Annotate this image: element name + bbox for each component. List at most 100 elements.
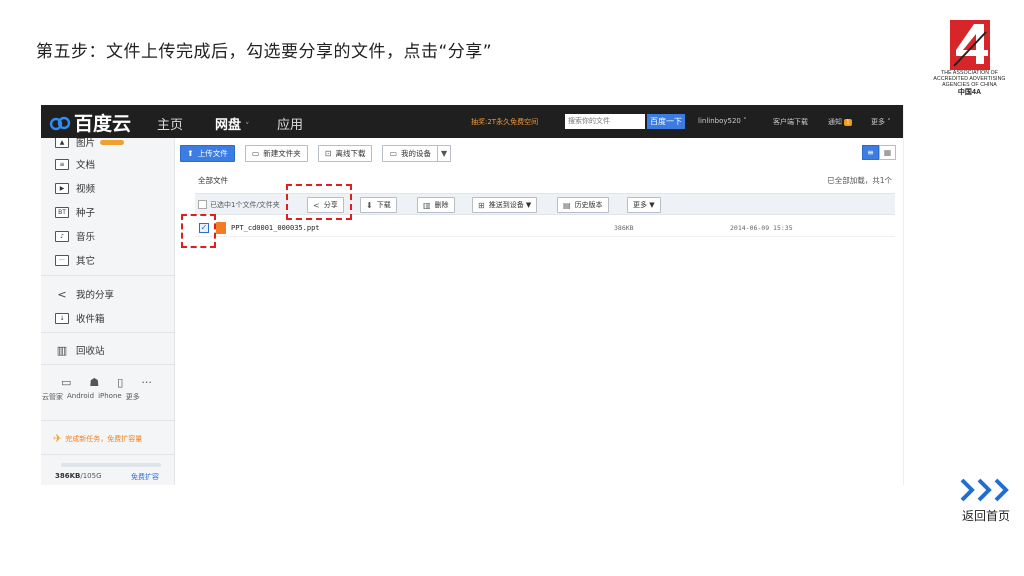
share-label: 分享 (323, 201, 338, 209)
trash-icon: ▥ (56, 343, 68, 357)
file-area: ⬆ 上传文件 ▭ 新建文件夹 ⊡ 离线下载 ▭ 我的设备 ▼ ≡ ▦ 全部文件 已全部加… (175, 138, 903, 485)
more-dots-icon[interactable]: ··· (141, 376, 152, 389)
sidebar-item-docs[interactable]: ≡ 文档 (55, 157, 95, 171)
push-device-icon: ⊞ (478, 200, 485, 210)
free-expand-link[interactable]: 免费扩容 (131, 472, 159, 482)
select-all-checkbox[interactable] (198, 200, 207, 209)
client-download-link[interactable]: 客户端下载 (773, 117, 808, 127)
logo-text-line4: 中国4A (957, 89, 982, 96)
push-to-device-button[interactable]: ⊞ 推送到设备 ▼ (472, 197, 538, 213)
sidebar-item-my-shares[interactable]: < 我的分享 (55, 287, 115, 302)
download-button[interactable]: ⬇ 下载 (360, 197, 397, 213)
upload-icon: ⬆ (187, 149, 194, 158)
breadcrumb[interactable]: 全部文件 (198, 175, 228, 186)
sidebar-item-label: 回收站 (76, 346, 105, 357)
new-folder-button[interactable]: ▭ 新建文件夹 (244, 145, 308, 162)
sidebar-item-music[interactable]: ♪ 音乐 (55, 229, 95, 243)
nav-netdisk[interactable]: 网盘 ˅ (215, 114, 250, 133)
nav-apps[interactable]: 应用 (277, 114, 303, 133)
trash-icon: ▥ (423, 200, 431, 210)
notice-link[interactable]: 通知 1 (828, 117, 852, 127)
pc-icon[interactable]: ▭ (61, 376, 71, 389)
return-home-label: 返回首页 (961, 509, 1010, 523)
sidebar-item-label: 种子 (76, 208, 96, 219)
file-size: 386KB (614, 224, 634, 232)
4a-logo-icon (949, 20, 990, 70)
sidebar-item-other[interactable]: ··· 其它 (55, 253, 95, 267)
sidebar-item-label: 收件箱 (76, 314, 105, 325)
list-view-button[interactable]: ≡ (862, 145, 879, 160)
lottery-promo-link[interactable]: 抽奖:2T永久免费空间 (471, 117, 538, 127)
rocket-icon: ✈ (53, 432, 63, 445)
share-button[interactable]: < 分享 (307, 197, 344, 213)
sidebar-item-torrent[interactable]: BT 种子 (55, 205, 95, 219)
notice-label: 通知 (828, 118, 842, 126)
sidebar-item-images[interactable]: ▲ 图片 (55, 138, 125, 149)
more-menu[interactable]: 更多 ˅ (871, 117, 891, 127)
sidebar-divider (41, 332, 174, 333)
delete-button[interactable]: ▥ 删除 (417, 197, 455, 213)
history-label: 历史版本 (574, 201, 603, 209)
more-actions-button[interactable]: 更多 ▼ (627, 197, 661, 213)
search-input[interactable] (565, 114, 645, 129)
offline-download-label: 离线下载 (335, 149, 366, 158)
return-home-link[interactable]: 返回首页 (951, 477, 1021, 524)
iphone-icon[interactable]: ▯ (117, 376, 123, 389)
upload-label: 上传文件 (197, 149, 228, 158)
storage-quota-text: 386KB/105G (55, 472, 102, 480)
sidebar-item-label: 其它 (76, 256, 96, 267)
share-icon: < (57, 287, 67, 301)
devices-dropdown-button[interactable]: ▼ (437, 145, 452, 162)
upload-button[interactable]: ⬆ 上传文件 (180, 145, 235, 162)
file-count-status: 已全部加载，共1个 (827, 176, 892, 185)
sidebar-item-label: 文档 (76, 160, 96, 171)
sidebar-item-label: 音乐 (76, 232, 96, 243)
download-icon: ⬇ (366, 200, 373, 210)
storage-quota-bar (61, 463, 161, 467)
device-label-pc[interactable]: 云管家 (42, 392, 63, 402)
offline-download-icon: ⊡ (324, 149, 332, 158)
search-button[interactable]: 百度一下 (647, 114, 685, 129)
torrent-icon: BT (55, 206, 69, 218)
device-label-more[interactable]: 更多 (126, 392, 140, 402)
sidebar-item-trash[interactable]: ▥ 回收站 (55, 343, 105, 358)
download-label: 下载 (376, 201, 391, 209)
baidu-cloud-window: 百度云 主页 网盘˅ 应用 抽奖:2T永久免费空间 百度一下 linlinboy… (41, 105, 904, 485)
version-history-button[interactable]: ▤ 历史版本 (557, 197, 609, 213)
sidebar-item-inbox[interactable]: ↓ 收件箱 (55, 311, 105, 325)
device-icon: ▭ (389, 149, 398, 158)
nav-netdisk-label: 网盘 (215, 118, 242, 133)
delete-label: 删除 (434, 201, 449, 209)
android-icon[interactable]: ☗ (89, 376, 99, 389)
task-promo-link[interactable]: ✈ 完成新任务，免费扩容量 (53, 432, 142, 445)
nav-home[interactable]: 主页 (157, 114, 183, 133)
caret-down-icon: ▼ (441, 149, 448, 158)
table-row[interactable]: ✓ PPT_cd0001_000035.ppt 386KB 2014-06-09… (195, 219, 895, 237)
device-label-android[interactable]: Android (67, 392, 94, 402)
my-devices-button[interactable]: ▭ 我的设备 (382, 145, 439, 162)
sidebar-divider (41, 454, 174, 455)
task-promo-text: 完成新任务，免费扩容量 (65, 434, 143, 443)
sidebar-item-label: 视频 (76, 184, 96, 195)
push-label: 推送到设备 ▼ (488, 201, 532, 209)
notice-count-badge: 1 (844, 119, 852, 126)
cloud-logo-icon (49, 116, 71, 130)
user-menu[interactable]: linlinboy520 ˅ (698, 117, 747, 125)
selection-status: 已选中1个文件/文件夹 (210, 201, 280, 209)
other-icon: ··· (55, 254, 69, 266)
grid-view-button[interactable]: ▦ (879, 145, 896, 160)
file-name[interactable]: PPT_cd0001_000035.ppt (231, 224, 320, 232)
inbox-icon: ↓ (55, 312, 69, 324)
brand-logo[interactable]: 百度云 (49, 109, 131, 136)
sidebar-item-video[interactable]: ▶ 视频 (55, 181, 95, 195)
device-label-iphone[interactable]: iPhone (98, 392, 122, 402)
sidebar-item-label: 我的分享 (76, 290, 115, 301)
quota-total: /105G (80, 472, 102, 480)
association-logo: THE ASSOCIATION OF ACCREDITED ADVERTISIN… (922, 20, 1017, 97)
image-icon: ▲ (55, 138, 69, 148)
row-checkbox[interactable]: ✓ (199, 223, 209, 233)
new-badge (100, 139, 125, 145)
offline-download-button[interactable]: ⊡ 离线下载 (317, 145, 373, 162)
triple-chevron-icon (960, 478, 1009, 502)
file-date: 2014-06-09 15:35 (730, 224, 793, 232)
